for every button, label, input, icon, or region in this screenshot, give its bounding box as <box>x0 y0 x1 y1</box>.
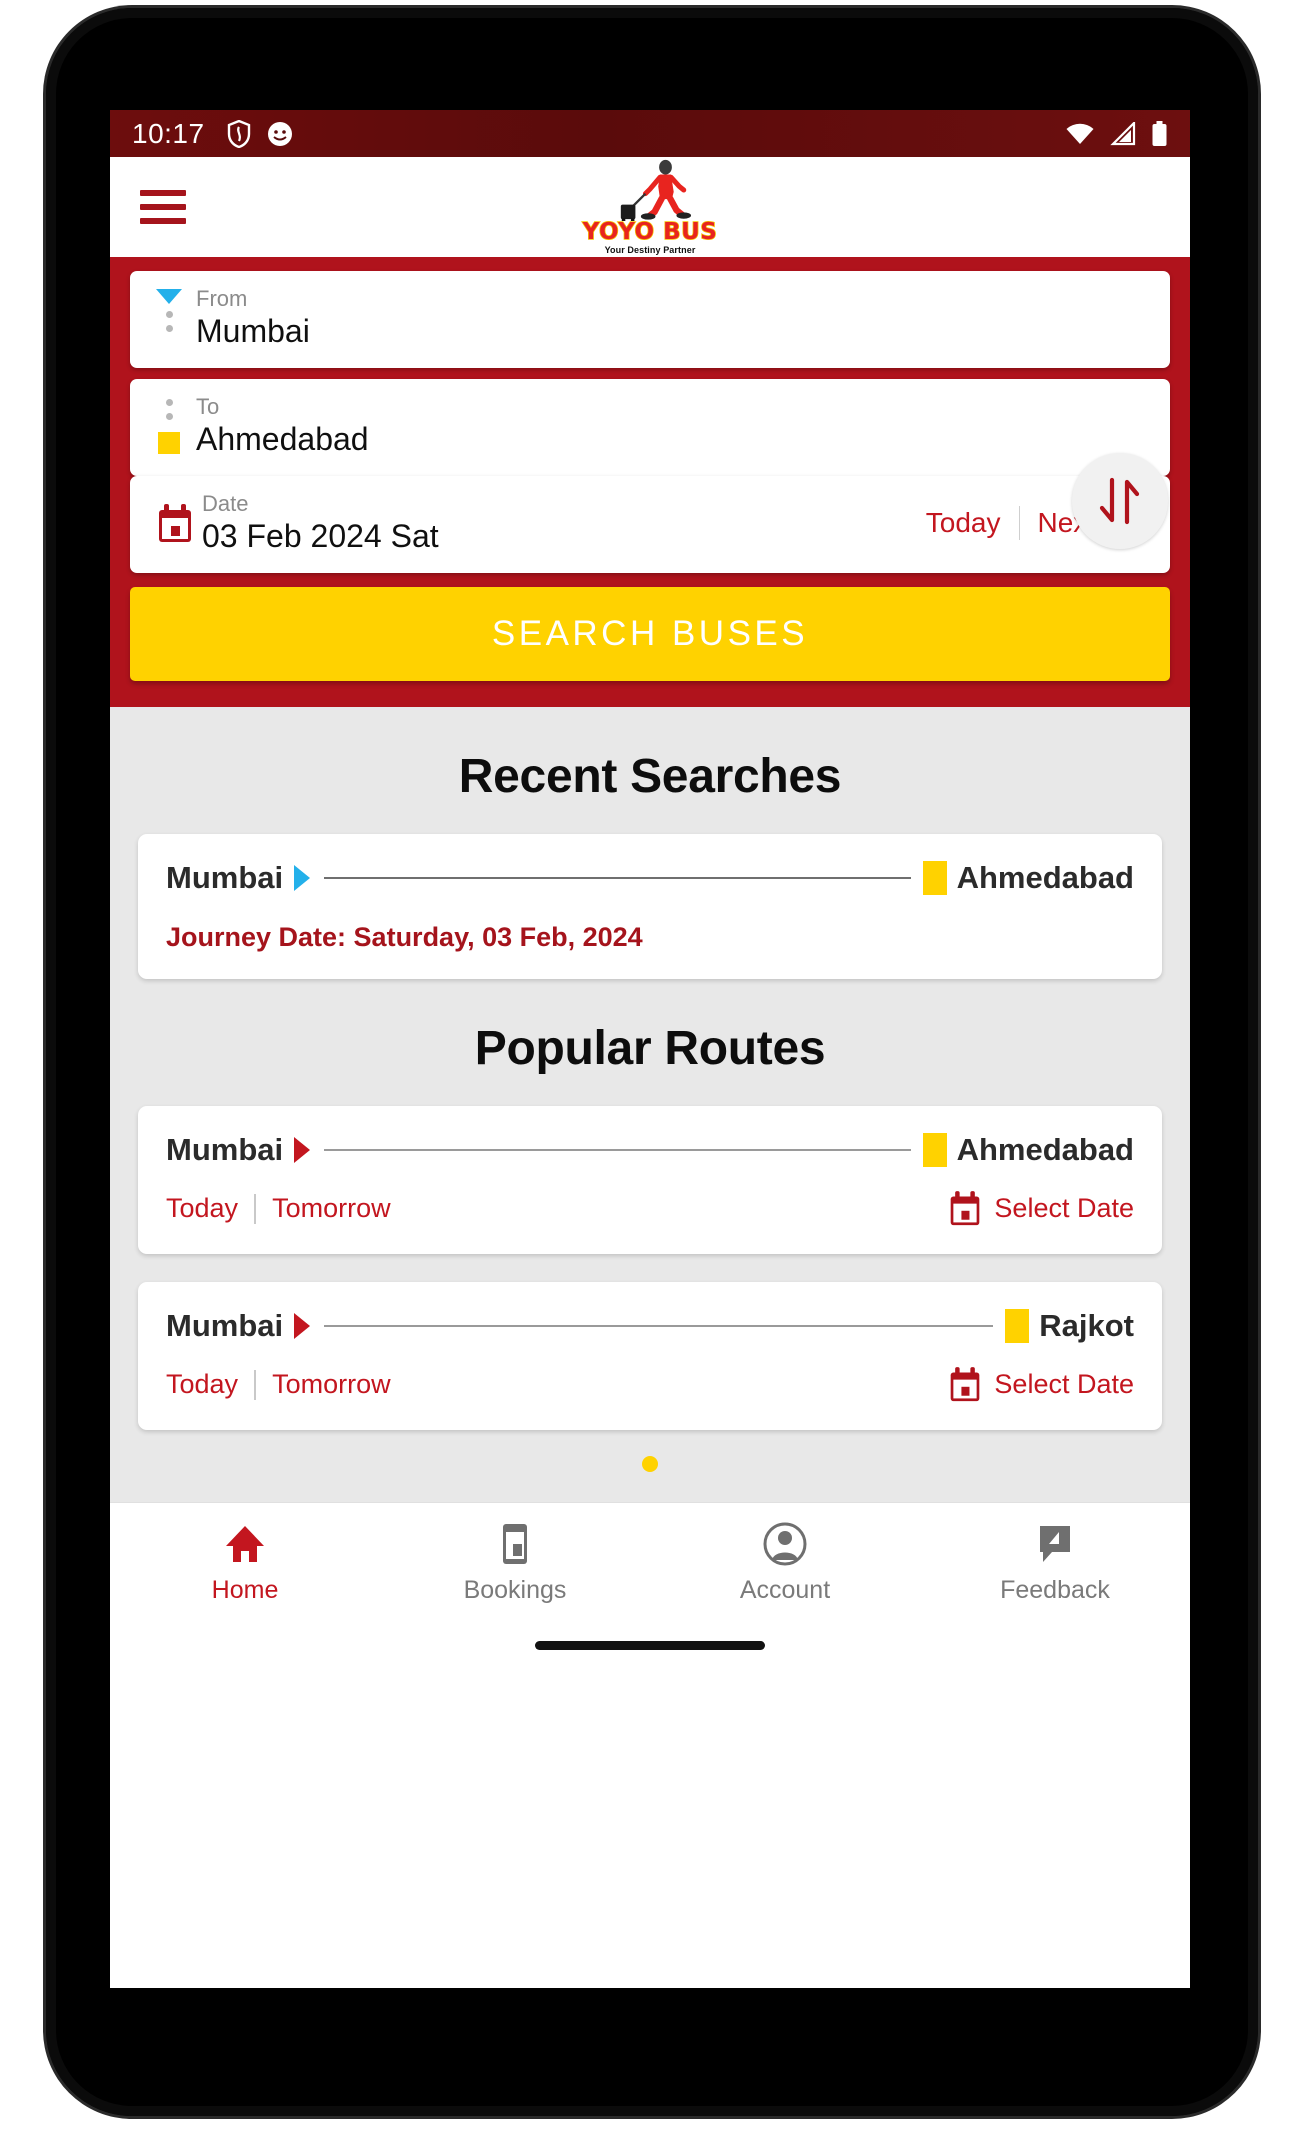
popular-destination: Rajkot <box>1039 1307 1134 1343</box>
today-button[interactable]: Today <box>926 507 1001 539</box>
date-icon-col <box>152 501 198 545</box>
search-panel: From Mumbai To Ahmedabad Date 03 Feb 202… <box>110 257 1190 707</box>
route-connector-line <box>324 876 911 879</box>
popular-today-button[interactable]: Today <box>166 1369 238 1400</box>
yellow-square-icon <box>158 431 180 454</box>
popular-select-date-button[interactable]: Select Date <box>948 1190 1134 1228</box>
from-value: Mumbai <box>196 313 310 350</box>
recent-searches-title: Recent Searches <box>458 749 842 803</box>
popular-routes-title: Popular Routes <box>474 1021 826 1075</box>
to-value: Ahmedabad <box>196 420 369 457</box>
recent-origin: Mumbai <box>166 859 284 895</box>
content-area: Recent Searches Mumbai Ahmedabad Journey… <box>110 706 1190 1502</box>
battery-icon <box>1152 120 1167 146</box>
from-marker <box>152 287 186 332</box>
ticket-icon <box>503 1523 527 1564</box>
calendar-icon <box>951 1190 980 1225</box>
nav-label-account: Account <box>739 1575 831 1604</box>
route-arrow-icon <box>294 1312 311 1339</box>
carousel-dot-active[interactable] <box>642 1455 658 1472</box>
bottom-navigation-bar: Home Bookings Account Feedback <box>110 1501 1190 1624</box>
from-label: From <box>196 286 248 311</box>
popular-tomorrow-button[interactable]: Tomorrow <box>272 1193 391 1224</box>
brand-logo: YOYO BUS Your Destiny Partner <box>565 159 735 255</box>
shield-icon <box>227 119 250 148</box>
select-date-label: Select Date <box>994 1193 1134 1224</box>
cyan-triangle-down-icon <box>156 289 182 304</box>
swap-cities-button[interactable] <box>1072 453 1168 549</box>
calendar-icon <box>159 504 191 543</box>
route-dot <box>165 325 173 332</box>
route-connector-line <box>324 1324 994 1327</box>
to-field[interactable]: To Ahmedabad <box>130 378 1170 476</box>
app-notification-icon <box>267 121 292 146</box>
nav-item-feedback[interactable]: Feedback <box>920 1522 1190 1605</box>
app-header: YOYO BUS Your Destiny Partner <box>110 157 1190 257</box>
carousel-page-indicator[interactable] <box>110 1430 1190 1494</box>
cellular-signal-icon <box>1110 121 1136 145</box>
route-dot <box>165 311 173 318</box>
popular-today-button[interactable]: Today <box>166 1193 238 1224</box>
status-bar: 10:17 <box>110 110 1190 157</box>
nav-label-home: Home <box>211 1575 279 1604</box>
swap-arrows-icon <box>1099 477 1140 525</box>
yellow-square-icon <box>922 1132 947 1167</box>
popular-origin: Mumbai <box>166 1131 284 1167</box>
divider <box>254 1369 257 1400</box>
brand-name: YOYO BUS <box>582 219 718 245</box>
home-icon <box>226 1525 264 1562</box>
nav-item-account[interactable]: Account <box>650 1522 920 1605</box>
home-indicator-bar <box>110 1623 1190 1668</box>
route-connector-line <box>324 1148 911 1151</box>
route-arrow-icon <box>294 1136 311 1163</box>
walking-traveler-icon <box>620 159 692 221</box>
to-marker <box>152 395 186 454</box>
home-indicator[interactable] <box>535 1641 765 1651</box>
yellow-square-icon <box>922 860 947 895</box>
yellow-square-icon <box>1005 1308 1030 1343</box>
divider <box>254 1193 257 1224</box>
status-right-icons <box>1065 120 1168 147</box>
popular-origin: Mumbai <box>166 1307 284 1343</box>
date-value: 03 Feb 2024 Sat <box>202 517 439 554</box>
date-field[interactable]: Date 03 Feb 2024 Sat Today Next day <box>130 475 1170 573</box>
calendar-icon <box>951 1366 980 1401</box>
divider <box>1018 506 1020 541</box>
phone-screen: 10:17 YOYO BUS Your Destiny Partner From… <box>110 110 1190 1988</box>
popular-route-card[interactable]: Mumbai Ahmedabad Today Tomorrow Select D… <box>138 1105 1162 1254</box>
search-buses-button[interactable]: SEARCH BUSES <box>130 586 1170 681</box>
popular-route-card[interactable]: Mumbai Rajkot Today Tomorrow Select Date <box>138 1281 1162 1430</box>
wifi-icon <box>1066 123 1094 144</box>
popular-destination: Ahmedabad <box>956 1131 1134 1167</box>
from-field[interactable]: From Mumbai <box>130 271 1170 368</box>
nav-label-bookings: Bookings <box>463 1575 567 1604</box>
status-time: 10:17 <box>132 117 205 149</box>
brand-tagline: Your Destiny Partner <box>604 245 696 255</box>
route-arrow-icon <box>294 864 311 891</box>
nav-item-bookings[interactable]: Bookings <box>380 1522 650 1605</box>
popular-select-date-button[interactable]: Select Date <box>948 1366 1134 1404</box>
route-dot <box>165 398 173 406</box>
popular-tomorrow-button[interactable]: Tomorrow <box>272 1369 391 1400</box>
recent-search-card[interactable]: Mumbai Ahmedabad Journey Date: Saturday,… <box>138 833 1162 979</box>
nav-label-feedback: Feedback <box>1000 1575 1110 1604</box>
recent-journey-date: Journey Date: Saturday, 03 Feb, 2024 <box>166 921 643 952</box>
select-date-label: Select Date <box>994 1369 1134 1400</box>
to-label: To <box>196 393 220 419</box>
route-dot <box>165 412 173 420</box>
nav-item-home[interactable]: Home <box>110 1522 380 1605</box>
date-label: Date <box>202 490 249 516</box>
recent-destination: Ahmedabad <box>956 859 1134 895</box>
user-circle-icon <box>763 1522 807 1566</box>
feedback-chat-icon <box>1040 1525 1070 1562</box>
hamburger-menu-icon[interactable] <box>140 190 186 224</box>
status-left-icons <box>227 119 293 148</box>
